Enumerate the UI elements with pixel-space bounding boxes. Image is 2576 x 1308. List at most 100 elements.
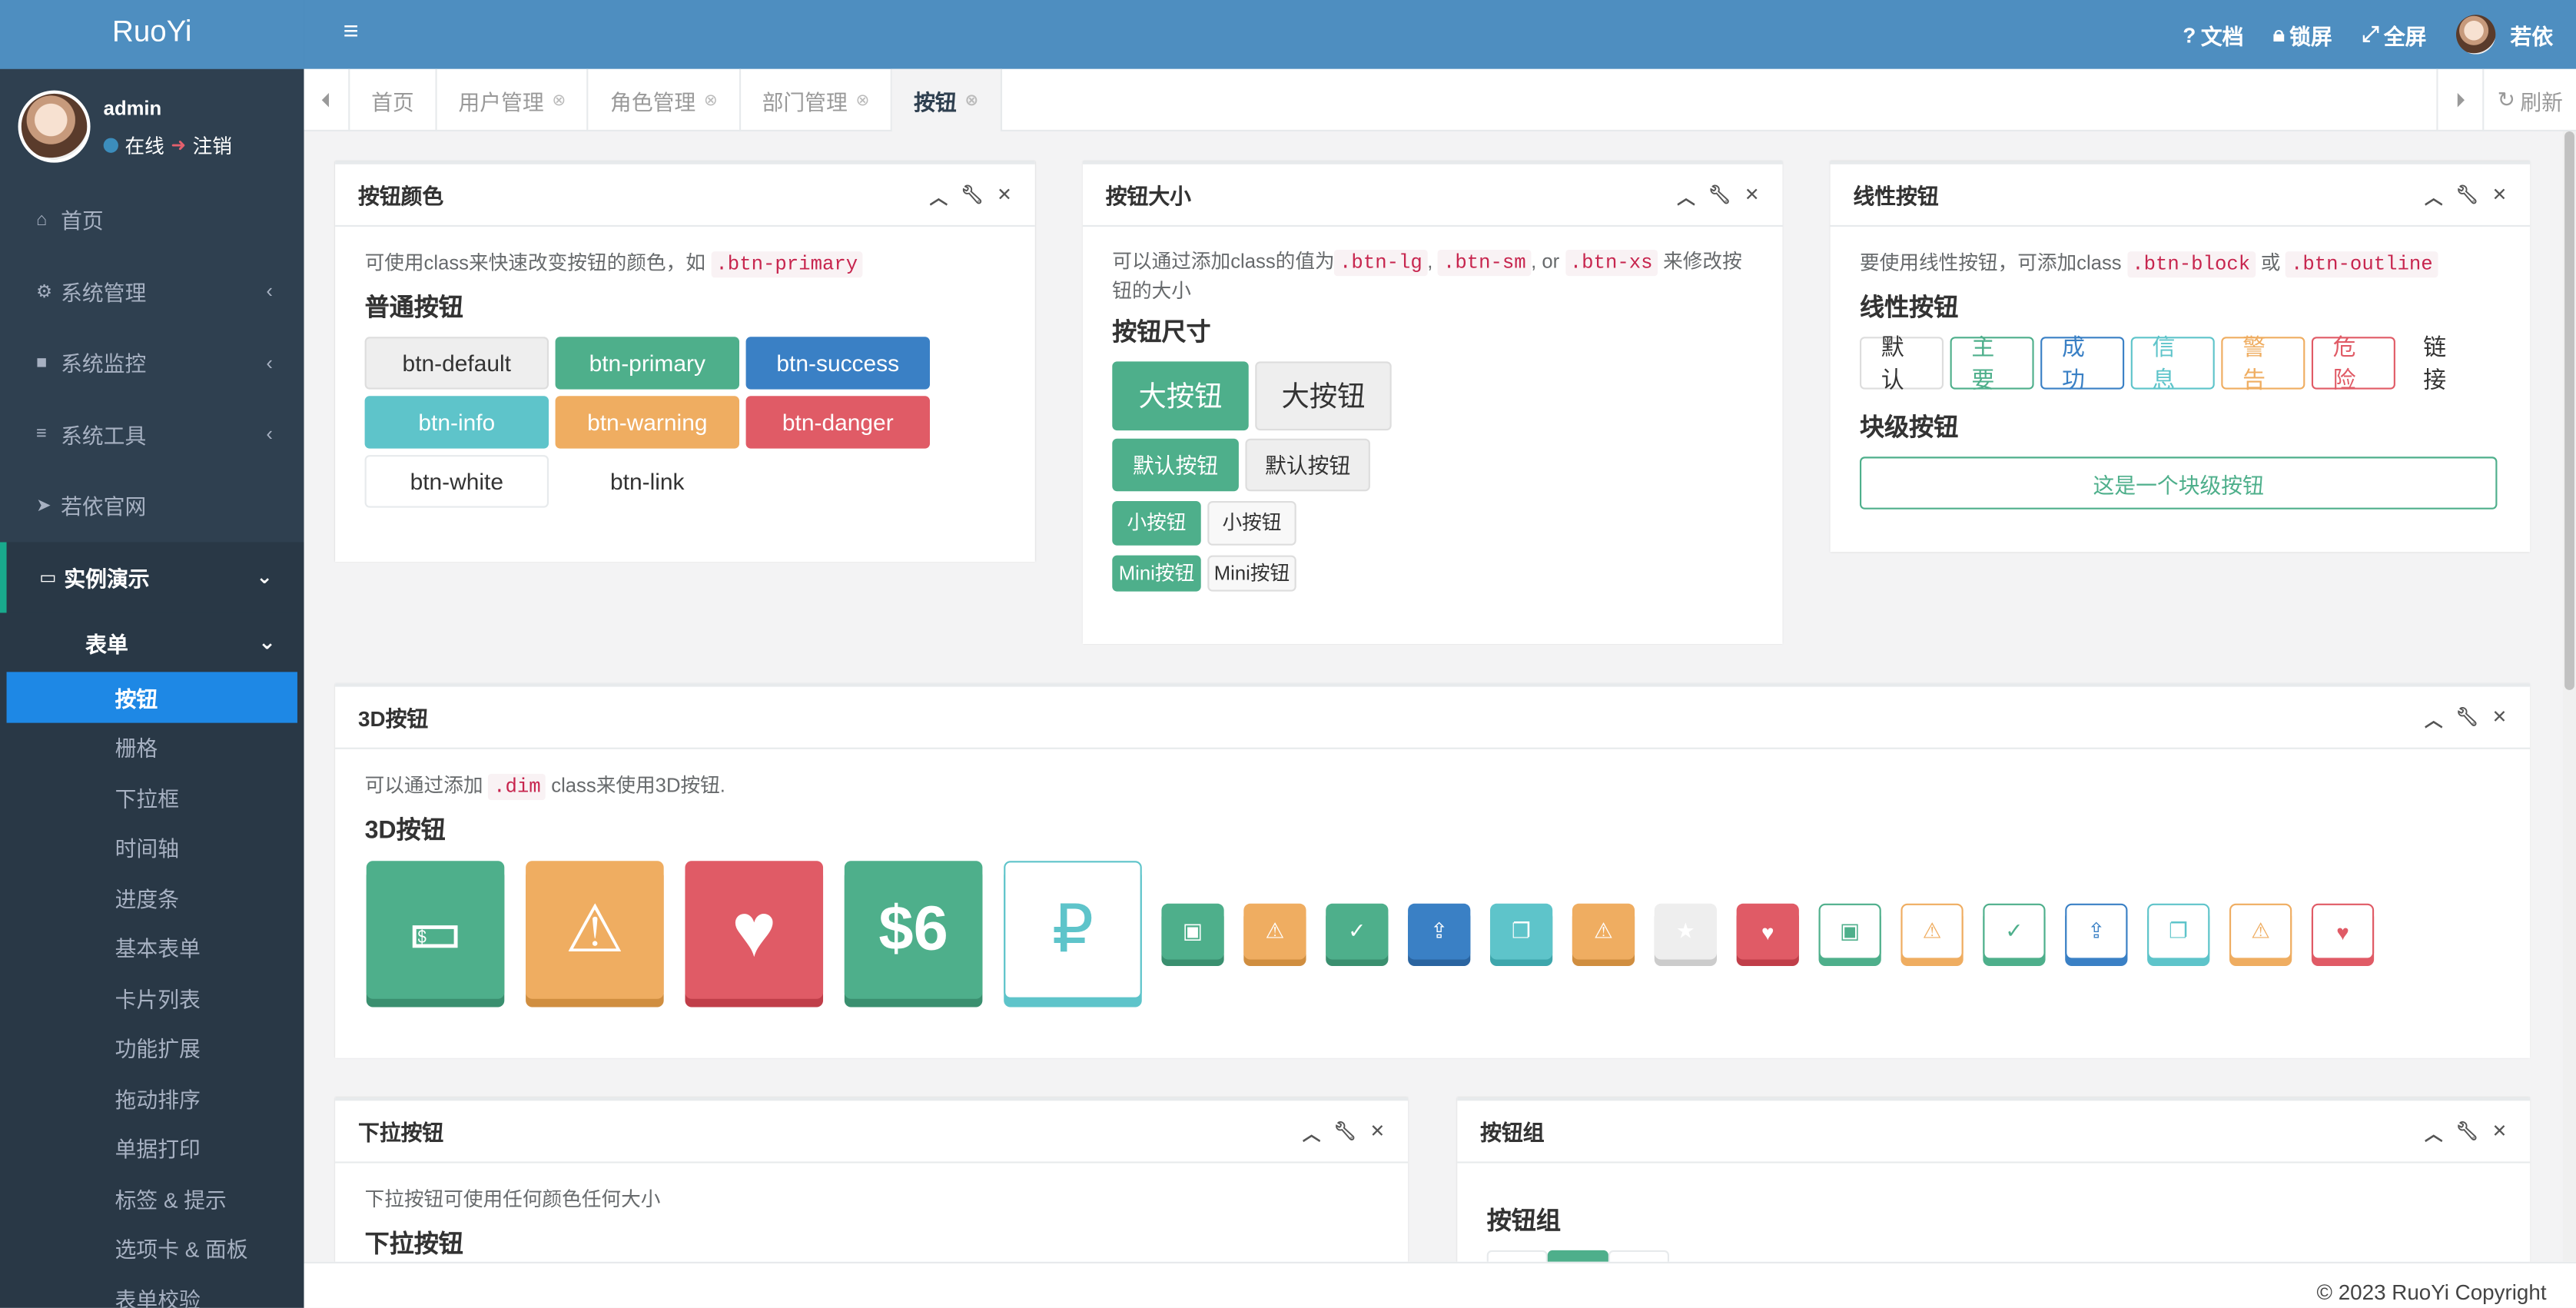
outline-link-button[interactable]: 链接	[2402, 334, 2486, 393]
close-icon[interactable]: ✕	[1744, 184, 1760, 210]
btn-danger-button[interactable]: btn-danger	[745, 396, 930, 449]
default-primary-button[interactable]: 默认按钮	[1112, 438, 1239, 492]
collapse-icon[interactable]: ︿	[1303, 1120, 1321, 1147]
small-3d-button[interactable]: ⚠	[2229, 903, 2292, 960]
small-3d-button[interactable]: ❐	[1489, 903, 1553, 960]
wrench-icon[interactable]: 🔧︎	[2456, 184, 2479, 210]
small-3d-button[interactable]: ⚠	[1900, 903, 1964, 960]
sidebar-subitem[interactable]: 卡片列表	[0, 973, 304, 1023]
close-icon[interactable]: ⊗	[704, 91, 718, 110]
close-icon[interactable]: ✕	[997, 184, 1012, 210]
sidebar-subitem[interactable]: 选项卡 & 面板	[0, 1223, 304, 1273]
small-default-button[interactable]: 小按钮	[1207, 501, 1296, 546]
wrench-icon[interactable]: 🔧︎	[961, 184, 984, 210]
wrench-icon[interactable]: 🔧︎	[2456, 706, 2479, 732]
fullscreen-link[interactable]: ⤢ 全屏	[2362, 19, 2426, 51]
group-right-button[interactable]: 右	[1608, 1250, 1670, 1262]
group-left-button[interactable]: 左	[1486, 1250, 1548, 1262]
small-primary-button[interactable]: 小按钮	[1112, 501, 1201, 546]
outline-success-button[interactable]: 成功	[2040, 334, 2125, 393]
small-3d-button[interactable]: ▣	[1818, 903, 1881, 960]
scrollbar-thumb[interactable]	[2564, 131, 2574, 690]
collapse-icon[interactable]: ︿	[2425, 1120, 2443, 1147]
refresh-button[interactable]: ↻ 刷新	[2482, 68, 2576, 132]
small-3d-button[interactable]: ⇪	[1408, 903, 1471, 960]
mini-primary-button[interactable]: Mini按钮	[1112, 555, 1201, 592]
small-3d-button[interactable]: ▣	[1161, 903, 1224, 960]
btn-info-button[interactable]: btn-info	[364, 396, 549, 449]
sidebar-subitem[interactable]: 进度条	[0, 872, 304, 922]
tab-scroll-left-icon[interactable]: ⏴	[304, 68, 350, 132]
wrench-icon[interactable]: 🔧︎	[2456, 1120, 2479, 1147]
close-icon[interactable]: ✕	[2492, 184, 2508, 210]
sidebar-subitem[interactable]: 单据打印	[0, 1123, 304, 1173]
sidebar-subitem[interactable]: 下拉框	[0, 772, 304, 822]
dollar-3d-button[interactable]: $6	[844, 861, 983, 999]
sidebar-item-website[interactable]: ➤ 若依官网	[0, 470, 304, 541]
sidebar-subitem[interactable]: 拖动排序	[0, 1073, 304, 1123]
sidebar-subitem[interactable]: 按钮	[6, 672, 297, 722]
small-3d-button[interactable]: ⇪	[2065, 903, 2128, 960]
sidebar-subitem[interactable]: 表单校验	[0, 1273, 304, 1308]
collapse-icon[interactable]: ︿	[1677, 184, 1695, 210]
sidebar-item-system[interactable]: ⚙ 系统管理 ‹	[0, 255, 304, 327]
btn-primary-button[interactable]: btn-primary	[555, 337, 740, 390]
small-3d-button[interactable]: ♥	[1736, 903, 1799, 960]
lock-screen-link[interactable]: 🔒︎ 锁屏	[2273, 19, 2332, 51]
btn-white-button[interactable]: btn-white	[364, 455, 549, 508]
btn-success-button[interactable]: btn-success	[745, 337, 930, 390]
large-default-button[interactable]: 大按钮	[1255, 361, 1392, 431]
group-middle-button[interactable]: 中	[1547, 1250, 1608, 1262]
ruble-3d-button[interactable]: ₽	[1004, 861, 1142, 999]
outline-primary-button[interactable]: 主要	[1950, 334, 2034, 393]
docs-link[interactable]: ? 文档	[2183, 19, 2243, 51]
small-3d-button[interactable]: ⚠	[1572, 903, 1635, 960]
tab-home[interactable]: 首页	[350, 68, 437, 132]
close-icon[interactable]: ⊗	[855, 91, 869, 110]
tab-button[interactable]: 按钮 ⊗	[892, 68, 1002, 132]
small-3d-button[interactable]: ❐	[2147, 903, 2210, 960]
btn-link-button[interactable]: btn-link	[556, 455, 739, 507]
sidebar-subitem[interactable]: 时间轴	[0, 822, 304, 872]
close-icon[interactable]: ⊗	[552, 91, 566, 110]
user-menu[interactable]: 若依	[2455, 15, 2553, 55]
sidebar-subitem[interactable]: 标签 & 提示	[0, 1173, 304, 1223]
wrench-icon[interactable]: 🔧︎	[1333, 1120, 1356, 1147]
outline-warning-button[interactable]: 警告	[2221, 334, 2305, 393]
wrench-icon[interactable]: 🔧︎	[1708, 184, 1731, 210]
warning-3d-button[interactable]: ⚠	[526, 861, 664, 999]
close-icon[interactable]: ✕	[2492, 1120, 2508, 1147]
tab-dept[interactable]: 部门管理 ⊗	[741, 68, 893, 132]
small-3d-button[interactable]: ♥	[2311, 903, 2375, 960]
close-icon[interactable]: ⊗	[964, 91, 978, 110]
sidebar-item-tools[interactable]: ≡ 系统工具 ‹	[0, 398, 304, 470]
app-logo[interactable]: RuoYi	[0, 0, 304, 69]
close-icon[interactable]: ✕	[2492, 706, 2508, 732]
sidebar-subitem[interactable]: 基本表单	[0, 922, 304, 972]
outline-danger-button[interactable]: 危险	[2311, 334, 2395, 393]
sidebar-subitem[interactable]: 功能扩展	[0, 1023, 304, 1073]
small-3d-button[interactable]: ★	[1654, 903, 1718, 960]
sidebar-subitem[interactable]: 栅格	[0, 722, 304, 772]
tab-user[interactable]: 用户管理 ⊗	[437, 68, 589, 132]
scrollbar[interactable]	[2562, 131, 2576, 1262]
collapse-icon[interactable]: ︿	[930, 184, 948, 210]
default-default-button[interactable]: 默认按钮	[1245, 438, 1370, 492]
small-3d-button[interactable]: ✓	[1983, 903, 2046, 960]
heart-3d-button[interactable]: ♥	[685, 861, 824, 999]
sidebar-item-demo[interactable]: ▭ 实例演示 ⌄	[0, 541, 304, 613]
tab-scroll-right-icon[interactable]: ⏵	[2436, 68, 2483, 132]
btn-warning-button[interactable]: btn-warning	[555, 396, 740, 449]
sidebar-item-home[interactable]: ⌂ 首页	[0, 184, 304, 255]
small-3d-button[interactable]: ⚠	[1243, 903, 1306, 960]
collapse-icon[interactable]: ︿	[2425, 706, 2443, 732]
sidebar-item-form[interactable]: 表单 ⌄	[0, 613, 304, 672]
logout-link[interactable]: 注销	[193, 131, 232, 159]
mini-default-button[interactable]: Mini按钮	[1207, 555, 1296, 592]
avatar[interactable]	[18, 90, 91, 163]
btn-default-button[interactable]: btn-default	[364, 337, 549, 390]
outline-default-button[interactable]: 默认	[1859, 334, 1944, 393]
logout-icon[interactable]: ➜	[171, 134, 186, 156]
block-button[interactable]: 这是一个块级按钮	[1859, 456, 2498, 510]
tab-role[interactable]: 角色管理 ⊗	[589, 68, 741, 132]
